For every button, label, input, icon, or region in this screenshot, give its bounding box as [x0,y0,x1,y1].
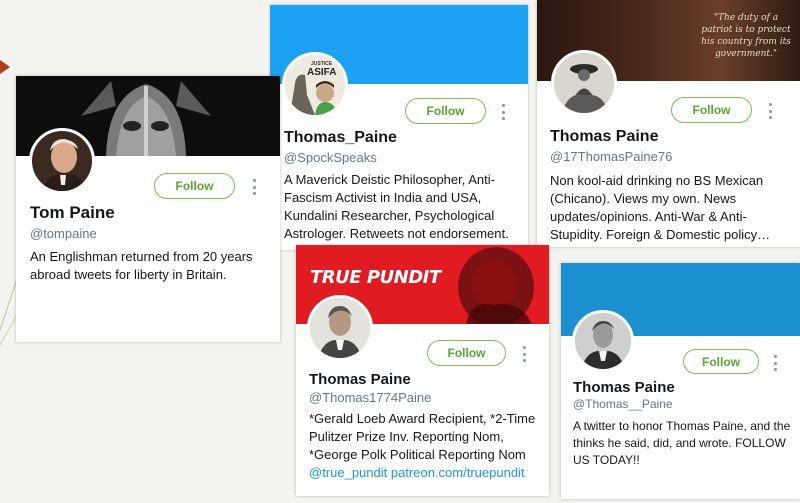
more-options-icon[interactable] [521,346,527,362]
profile-bio: A twitter to honor Thomas Paine, and the… [573,419,791,467]
avatar-text-asifa: ASIFA [307,67,337,78]
profile-card-thomas1774paine[interactable]: TRUE PUNDIT Follow Thomas Paine @Thomas1… [296,245,549,496]
profile-handle[interactable]: @SpockSpeaks [284,150,377,165]
profile-bio: A Maverick Deistic Philosopher, Anti-Fas… [284,172,509,241]
more-options-icon[interactable] [251,179,257,195]
portrait-avatar-image [310,298,370,358]
profile-bio: An Englishman returned from 20 years abr… [30,249,253,282]
portrait-avatar-image [575,313,631,369]
profile-name[interactable]: Thomas Paine [309,371,411,388]
profile-card-17thomaspaine76[interactable]: "The duty of a patriot is to protect his… [537,0,800,247]
profile-name[interactable]: Tom Paine [30,203,115,223]
profile-handle[interactable]: @17ThomasPaine76 [550,149,672,164]
portrait-avatar-image [32,131,92,191]
avatar[interactable] [572,310,634,372]
profile-name[interactable]: Thomas_Paine [284,129,397,147]
horseman-avatar-image [554,53,614,113]
more-options-icon[interactable] [772,355,778,371]
profile-handle[interactable]: @Thomas1774Paine [309,390,431,405]
follow-button[interactable]: Follow [683,349,759,374]
follow-button[interactable]: Follow [671,97,752,123]
profile-name[interactable]: Thomas Paine [573,379,675,396]
profile-handle[interactable]: @tompaine [30,226,97,241]
profile-card-tompaine[interactable]: Follow Tom Paine @tompaine An Englishman… [16,76,280,342]
follow-button[interactable]: Follow [405,98,486,124]
profile-bio-text: *Gerald Loeb Award Recipient, *2-Time Pu… [309,411,536,462]
avatar[interactable] [307,295,373,361]
more-options-icon[interactable] [767,103,773,119]
profile-handle[interactable]: @Thomas__Paine [573,397,673,411]
follow-button[interactable]: Follow [427,340,506,366]
profile-name[interactable]: Thomas Paine [550,128,658,146]
banner-quote: "The duty of a patriot is to protect his… [701,13,791,59]
follow-button[interactable]: Follow [154,173,235,199]
more-options-icon[interactable] [500,104,506,120]
avatar[interactable] [551,50,617,116]
avatar[interactable] [29,128,95,194]
profile-bio: *Gerald Loeb Award Recipient, *2-Time Pu… [309,410,541,482]
profile-bio: Non kool-aid drinking no BS Mexican (Chi… [550,173,771,242]
profile-card-spockspeaks[interactable]: JUSTICE ASIFA Follow Thomas_Paine @Spock… [270,5,528,250]
avatar[interactable]: JUSTICE ASIFA [282,52,348,118]
profile-bio-links[interactable]: @true_pundit patreon.com/truepundit [309,465,525,480]
banner-brand-text: TRUE PUNDIT [310,267,441,288]
profile-card-thomas-paine[interactable]: Follow Thomas Paine @Thomas__Paine A twi… [561,263,800,499]
